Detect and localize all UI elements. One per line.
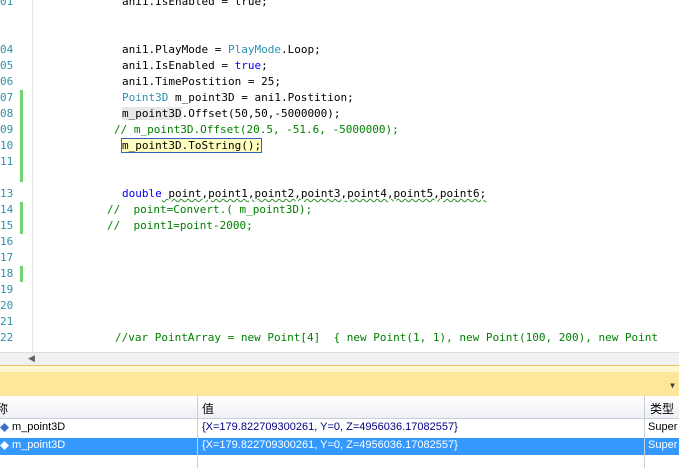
watch-row[interactable]: m_point3D {X=179.822709300261, Y=0, Z=49…: [0, 420, 679, 437]
line-number: 20: [0, 299, 14, 312]
watch-row-selected[interactable]: m_point3D {X=179.822709300261, Y=0, Z=49…: [0, 438, 679, 455]
change-marker: [20, 122, 23, 138]
line-number: 21: [0, 315, 14, 328]
column-header-value[interactable]: 值: [202, 400, 214, 417]
code-line-selected[interactable]: m_point3D.ToString();: [121, 138, 263, 154]
code-comment: // point=Convert.( m_point3D);: [107, 203, 313, 216]
line-number: 19: [0, 283, 14, 296]
watch-panel-header: ▼: [0, 372, 679, 397]
line-number: 08: [0, 107, 14, 120]
code-line: ani1.PlayMode = PlayMode.Loop;: [122, 43, 321, 56]
code-line: Point3D m_point3D = ani1.Postition;: [122, 91, 354, 104]
change-marker: [20, 266, 23, 282]
change-marker: [20, 154, 23, 182]
line-number: 04: [0, 43, 14, 56]
code-line: ani1.TimePostition = 25;: [122, 75, 281, 88]
line-number: 10: [0, 139, 14, 152]
watch-item-icon: [0, 441, 9, 450]
line-number: 06: [0, 75, 14, 88]
change-marker: [20, 106, 23, 122]
code-comment: // point1=point-2000;: [107, 219, 253, 232]
watch-grid: 称 值 类型 m_point3D {X=179.822709300261, Y=…: [0, 396, 679, 468]
watch-item-value[interactable]: {X=179.822709300261, Y=0, Z=4956036.1708…: [202, 421, 458, 433]
line-number: 05: [0, 59, 14, 72]
line-number: 16: [0, 235, 14, 248]
column-header-name[interactable]: 称: [0, 400, 8, 417]
code-comment: // m_point3D.Offset(20.5, -51.6, -500000…: [114, 123, 399, 136]
code-editor[interactable]: 01 04 05 06 07 08 09 10 11 13 14 15 16 1…: [0, 0, 679, 352]
code-line: double point,point1,point2,point3,point4…: [122, 187, 487, 200]
line-number: 01: [0, 0, 14, 8]
line-number: 09: [0, 123, 14, 136]
code-line: ani1.IsEnabled = true;: [122, 0, 268, 8]
line-number: 15: [0, 219, 14, 232]
watch-item-icon: [0, 423, 9, 432]
watch-item-value[interactable]: {X=179.822709300261, Y=0, Z=4956036.1708…: [202, 439, 458, 451]
column-divider[interactable]: [197, 396, 198, 468]
line-number: 17: [0, 251, 14, 264]
line-number: 11: [0, 155, 14, 168]
code-line: m_point3D.Offset(50,50,-5000000);: [122, 107, 341, 120]
line-number: 14: [0, 203, 14, 216]
watch-item-type: Super: [648, 421, 678, 433]
code-comment: //var PointArray = new Point[4] { new Po…: [115, 331, 659, 344]
horizontal-scrollbar[interactable]: ◀: [0, 352, 679, 365]
watch-item-name: m_point3D: [12, 421, 66, 433]
line-number: 07: [0, 91, 14, 104]
scroll-left-icon[interactable]: ◀: [28, 354, 35, 364]
gutter-separator: [32, 0, 33, 352]
line-number: 22: [0, 331, 14, 344]
line-number: 13: [0, 187, 14, 200]
change-marker: [20, 138, 23, 154]
column-divider[interactable]: [644, 396, 645, 468]
watch-grid-header: 称 值 类型: [0, 396, 679, 419]
code-line: ani1.IsEnabled = true;: [122, 59, 268, 72]
watch-item-name: m_point3D: [12, 439, 66, 451]
line-number: 18: [0, 267, 14, 280]
change-marker: [20, 202, 23, 234]
change-marker: [20, 90, 23, 106]
column-header-type[interactable]: 类型: [650, 400, 674, 417]
watch-item-type: Super: [648, 439, 678, 451]
dropdown-arrow-icon[interactable]: ▼: [670, 381, 675, 390]
